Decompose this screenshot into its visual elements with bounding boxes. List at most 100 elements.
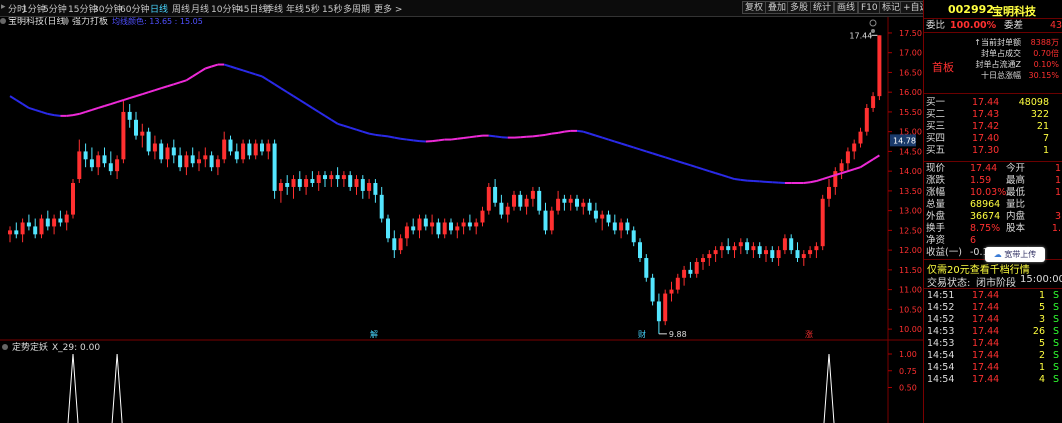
timeframe-tab-5[interactable]: 60分钟 [120, 2, 149, 15]
kline-chart[interactable]: 17.5017.0016.5016.0015.5015.0014.5014.00… [0, 17, 923, 423]
tick-time: 14:52 [927, 314, 955, 325]
ma-segment [22, 103, 30, 109]
ma-segment [664, 156, 672, 161]
tick-price: 17.44 [972, 302, 1000, 313]
indicator-settings-icon[interactable] [63, 18, 69, 24]
ma-segment [457, 136, 464, 140]
order-row[interactable]: 买二 17.43 322 [924, 109, 1062, 121]
toolbar-button-3[interactable]: 统计 [810, 1, 835, 14]
toolbar-button-1[interactable]: 叠加 [765, 1, 790, 14]
candle [228, 135, 233, 156]
tick-price: 17.44 [972, 362, 1000, 373]
ma-segment [242, 69, 250, 74]
candle [864, 104, 869, 136]
timeframe-tab-2[interactable]: 5分钟 [43, 2, 67, 15]
dot-icon[interactable] [871, 29, 875, 33]
quote-panel: 002992 宝明科技 委比 100.00% 委差 43 首板 ↑当前封单额 83… [923, 0, 1062, 423]
candle [20, 218, 25, 243]
ma-segment [734, 178, 741, 181]
event-marker[interactable]: 解 [370, 329, 378, 339]
ma-segment [841, 170, 849, 175]
candle [83, 143, 88, 168]
timeframe-tab-13[interactable]: 5秒 [305, 2, 320, 15]
ma-segment [853, 166, 861, 171]
ma-segment [104, 103, 112, 107]
ma-segment [866, 158, 874, 165]
sub-indicator-icon[interactable] [2, 344, 8, 350]
toolbar-button-4[interactable]: 画线 [834, 1, 859, 14]
timeframe-tab-14[interactable]: 15秒 [322, 2, 342, 15]
tick-row: 14:54 17.44 4 S [924, 374, 1062, 386]
candle [360, 175, 365, 199]
timeframe-tab-7[interactable]: 周线 [172, 2, 190, 15]
candle [675, 273, 680, 294]
ma-segment [564, 129, 571, 133]
ma-segment [34, 108, 42, 113]
ma-segment [381, 134, 389, 138]
ma-segment [123, 97, 130, 102]
order-volume: 48098 [1018, 97, 1049, 108]
candle [96, 151, 101, 176]
event-marker[interactable]: 财 [638, 329, 646, 339]
candle [253, 139, 258, 160]
ma-segment [349, 126, 357, 131]
ma-segment [431, 139, 439, 143]
y-tick-label: 10.50 [899, 305, 922, 314]
toolbar-button-0[interactable]: 复权 [742, 1, 767, 14]
timeframe-tab-9[interactable]: 10分钟 [211, 2, 240, 15]
trade-status-label: 交易状态: [927, 278, 971, 289]
timeframe-tab-16[interactable]: 更多 > [374, 2, 402, 15]
timeframe-tab-15[interactable]: 多周期 [343, 2, 370, 15]
toolbar-button-5[interactable]: F10 [858, 1, 881, 14]
settings-icon[interactable] [0, 18, 6, 24]
y-tick-label: 17.50 [899, 29, 922, 38]
candle [373, 179, 378, 203]
candle [367, 179, 372, 199]
board-item-value: 30.15% [1028, 71, 1059, 80]
candle [606, 210, 611, 227]
order-price: 17.40 [972, 133, 1000, 144]
candle [688, 261, 693, 278]
ma-segment [66, 114, 74, 117]
timeframe-tab-11[interactable]: 季线 [265, 2, 283, 15]
board-item-value: 0.10% [1033, 60, 1059, 69]
tick-volume: 26 [1032, 326, 1045, 337]
board-item-label: 十日总涨幅 [981, 71, 1021, 80]
timeframe-tab-12[interactable]: 年线 [286, 2, 304, 15]
timeframe-tab-4[interactable]: 30分钟 [93, 2, 122, 15]
order-volume: 1 [1042, 145, 1049, 156]
ma-segment [129, 95, 137, 100]
zoom-icon[interactable] [869, 19, 877, 27]
ma-segment [167, 83, 175, 88]
order-label: 买一 [926, 97, 946, 108]
order-row[interactable]: 买四 17.40 7 [924, 133, 1062, 145]
tick-volume: 3 [1038, 314, 1045, 325]
candle [833, 167, 838, 195]
ma-segment [583, 130, 590, 135]
broadband-upload-button[interactable]: ☁ 宽带上传 [985, 247, 1045, 262]
candle [474, 218, 479, 235]
candle [241, 139, 246, 164]
candle [512, 190, 516, 211]
stat-value: 10.03% [970, 187, 1007, 198]
event-marker[interactable]: 涨 [805, 329, 813, 339]
candle [127, 104, 132, 128]
ma-segment [337, 122, 345, 127]
timeframe-icon: ▸ [1, 2, 6, 12]
order-row[interactable]: 买一 17.44 48098 [924, 97, 1062, 109]
timeframe-tab-10[interactable]: 45日线 [238, 2, 267, 15]
candle [165, 143, 170, 168]
tick-side: S [1052, 314, 1059, 325]
tick-volume: 5 [1038, 338, 1045, 349]
ma-segment [702, 168, 710, 173]
timeframe-tab-8[interactable]: 月线 [191, 2, 209, 15]
tick-row: 14:51 17.44 1 S [924, 290, 1062, 302]
tick-price: 17.44 [972, 326, 1000, 337]
candle [543, 202, 548, 235]
candle [776, 246, 781, 266]
order-row[interactable]: 买五 17.30 1 [924, 145, 1062, 157]
ma-segment [400, 137, 408, 141]
toolbar-button-2[interactable]: 多股 [787, 1, 812, 14]
order-row[interactable]: 买三 17.42 21 [924, 121, 1062, 133]
timeframe-tab-6[interactable]: 日线 [150, 2, 168, 15]
